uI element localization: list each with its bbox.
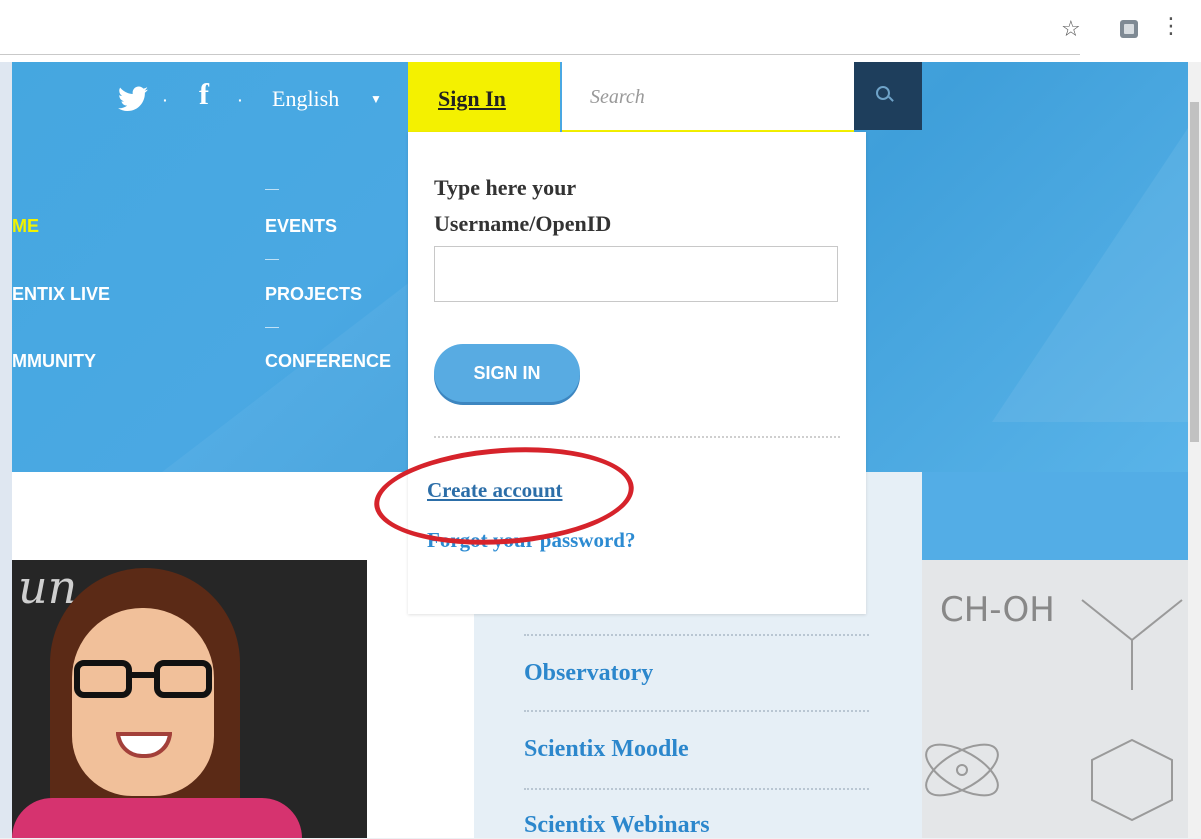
search-box	[562, 62, 854, 133]
address-bar[interactable]	[0, 0, 1080, 55]
username-input[interactable]	[434, 246, 838, 302]
nav-item-events[interactable]: EVENTS	[265, 216, 337, 237]
nav-divider: —	[265, 318, 279, 334]
scrollbar-thumb[interactable]	[1190, 102, 1199, 442]
nav-item-conference[interactable]: CONFERENCE	[265, 351, 408, 372]
sidebar-item-moodle[interactable]: Scientix Moodle	[524, 736, 689, 763]
language-selector[interactable]: English	[272, 86, 339, 112]
photo-face	[72, 608, 214, 796]
search-input[interactable]	[588, 80, 842, 114]
hero-photo: un	[12, 560, 367, 838]
menu-divider	[524, 634, 869, 636]
social-separator: ·	[238, 92, 243, 108]
star-icon[interactable]: ☆	[1061, 17, 1081, 42]
facebook-icon[interactable]: f	[199, 78, 209, 112]
kebab-menu-icon[interactable]: ⋮	[1160, 14, 1182, 39]
page-left-edge	[0, 62, 12, 838]
sign-in-tab[interactable]: Sign In	[408, 62, 560, 132]
browser-toolbar: ☆ ⋮	[0, 0, 1201, 62]
sign-in-tab-label[interactable]: Sign In	[438, 86, 506, 112]
social-separator: ·	[163, 92, 168, 108]
photo-shirt	[12, 798, 302, 838]
twitter-icon[interactable]	[118, 86, 148, 119]
chemistry-background: CH-OH	[922, 560, 1201, 838]
page-scrollbar[interactable]	[1188, 62, 1201, 838]
nav-item-home[interactable]: ME	[12, 216, 39, 237]
sidebar-item-observatory[interactable]: Observatory	[524, 660, 653, 687]
decorative-shape	[992, 122, 1192, 422]
sidebar-item-webinars[interactable]: Scientix Webinars	[524, 812, 710, 839]
nav-item-projects[interactable]: PROJECTS	[265, 284, 362, 305]
chevron-down-icon[interactable]: ▼	[370, 92, 382, 106]
username-prompt: Type here your Username/OpenID	[434, 170, 754, 242]
glasses-icon	[70, 660, 216, 702]
nav-item-community[interactable]: MMUNITY	[12, 351, 96, 372]
search-button[interactable]	[854, 62, 922, 130]
menu-divider	[524, 788, 869, 790]
sign-in-button[interactable]: SIGN IN	[434, 344, 580, 402]
username-prompt-line2: Username/OpenID	[434, 211, 612, 236]
search-icon	[876, 86, 890, 100]
nav-divider: —	[265, 180, 279, 196]
menu-divider	[524, 710, 869, 712]
nav-item-scientix-live[interactable]: ENTIX LIVE	[12, 284, 110, 305]
molecule-drawing	[925, 599, 1183, 822]
panel-divider	[434, 436, 840, 438]
extension-icon[interactable]	[1120, 20, 1138, 38]
nav-divider: —	[265, 250, 279, 266]
username-prompt-line1: Type here your	[434, 175, 577, 200]
header-background-extension	[922, 472, 1201, 560]
